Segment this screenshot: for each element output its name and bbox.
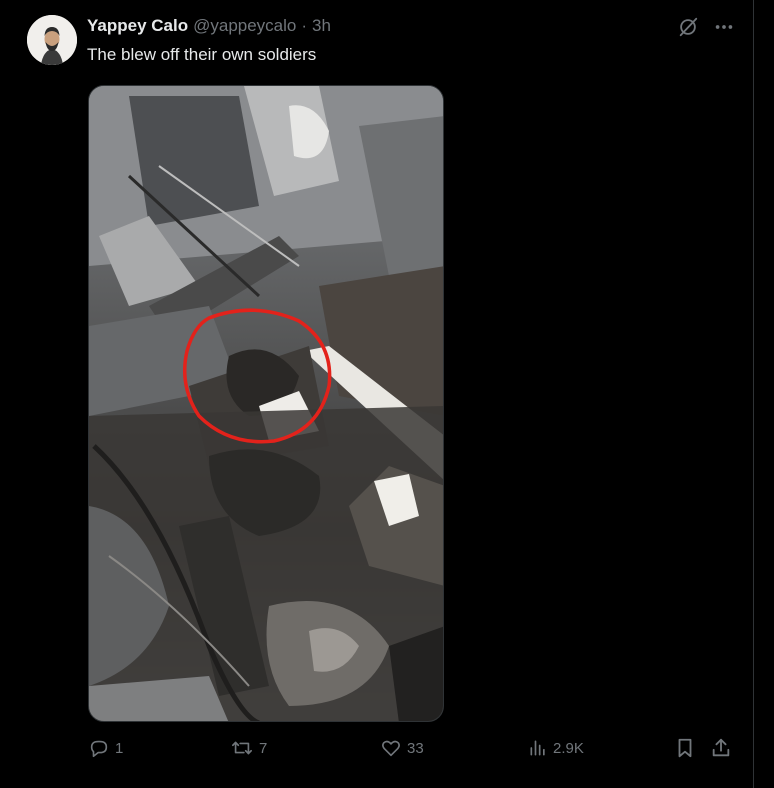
more-icon[interactable] xyxy=(713,16,735,38)
tweet-header: Yappey Calo @yappeycalo · 3h xyxy=(87,16,331,36)
author-name[interactable]: Yappey Calo xyxy=(87,16,188,36)
tweet-actions: 1 7 33 2.9K xyxy=(88,737,740,763)
views-button[interactable]: 2.9K xyxy=(528,737,584,759)
bookmark-icon xyxy=(678,738,692,758)
tweet-card[interactable]: Yappey Calo @yappeycalo · 3h The blew of… xyxy=(0,0,754,788)
reply-count: 1 xyxy=(115,739,124,757)
top-actions xyxy=(677,16,735,38)
views-count: 2.9K xyxy=(553,739,584,757)
like-button[interactable]: 33 xyxy=(380,737,424,759)
repost-button[interactable]: 7 xyxy=(230,737,267,759)
reply-icon xyxy=(90,740,108,758)
grok-icon[interactable] xyxy=(677,16,699,38)
author-handle[interactable]: @yappeycalo xyxy=(193,16,296,36)
tweet-text: The blew off their own soldiers xyxy=(87,45,317,64)
reply-button[interactable]: 1 xyxy=(88,737,123,759)
bookmark-button[interactable] xyxy=(674,737,696,759)
like-count: 33 xyxy=(407,739,424,757)
repost-count: 7 xyxy=(259,739,268,757)
separator-dot: · xyxy=(301,16,308,35)
share-button[interactable] xyxy=(710,737,732,759)
tweet-photo[interactable] xyxy=(88,85,444,722)
views-icon xyxy=(530,740,545,756)
burned-vehicle-photo xyxy=(89,86,443,721)
like-icon xyxy=(382,740,400,757)
repost-icon xyxy=(232,741,252,755)
timestamp[interactable]: 3h xyxy=(312,16,331,36)
avatar-image xyxy=(27,15,77,65)
share-icon xyxy=(712,738,730,757)
avatar[interactable] xyxy=(27,15,77,65)
